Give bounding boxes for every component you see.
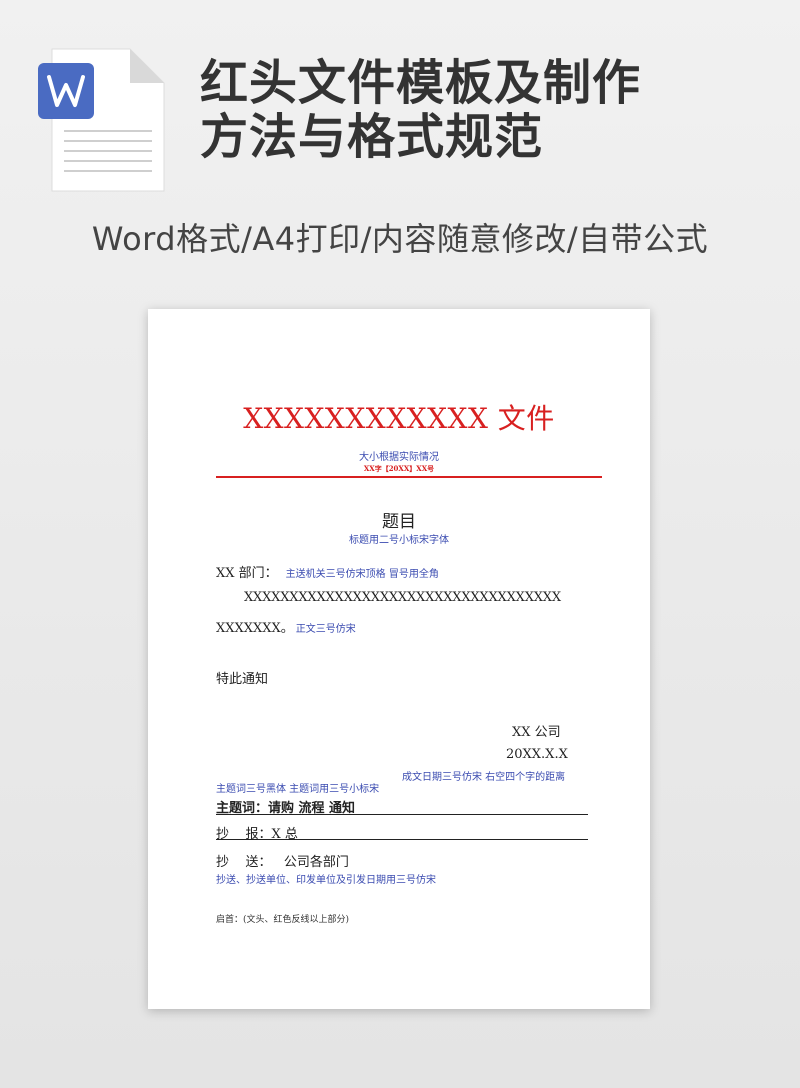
subtitle: Word格式/A4打印/内容随意修改/自带公式 — [91, 220, 709, 258]
body-line-1: XXXXXXXXXXXXXXXXXXXXXXXXXXXXXXXXXXX — [244, 590, 561, 605]
document-number: XX字【20XX】XX号 — [363, 464, 435, 473]
note-date: 成文日期三号仿宋 右空四个字的距离 — [402, 772, 566, 783]
page-title: 红头文件模板及制作 方法与格式规范 — [200, 56, 780, 164]
document-page: XXXXXXXXXXXX 文件 大小根据实际情况 XX字【20XX】XX号 题目… — [148, 309, 650, 1009]
red-head-title: XXXXXXXXXXXX 文件 — [243, 402, 555, 435]
document-heading: 题目 — [382, 512, 416, 532]
footnote: 启首：(文头、红色反线以上部分) — [216, 915, 350, 925]
recipient-label: XX 部门： — [216, 566, 278, 581]
copy-row: 抄 送： 公司各部门 — [216, 855, 349, 870]
note-copy: 抄送、抄送单位、印发单位及引发日期用三号仿宋 — [216, 875, 436, 886]
recipient-row: XX 部门： 主送机关三号仿宋顶格 冒号用全角 — [216, 562, 439, 581]
body-text-end: XXXXXXX。 — [216, 621, 294, 636]
note-keywords: 主题词三号黑体 主题词用三号小标宋 — [216, 784, 380, 795]
issue-date: 20XX.X.X — [506, 747, 568, 762]
note-recipient: 主送机关三号仿宋顶格 冒号用全角 — [285, 569, 439, 580]
title-line-2: 方法与格式规范 — [200, 109, 544, 165]
keywords-underline — [216, 814, 588, 815]
note-heading: 标题用二号小标宋字体 — [349, 535, 449, 546]
note-body: 正文三号仿宋 — [295, 624, 356, 635]
red-divider-line — [216, 476, 602, 478]
company-name: XX 公司 — [512, 725, 561, 740]
body-line-2: XXXXXXX。 正文三号仿宋 — [216, 617, 356, 636]
word-document-icon — [38, 45, 168, 197]
title-line-1: 红头文件模板及制作 — [200, 55, 642, 111]
note-size: 大小根据实际情况 — [359, 452, 439, 463]
report-underline — [216, 839, 588, 840]
notice-text: 特此通知 — [216, 672, 269, 687]
